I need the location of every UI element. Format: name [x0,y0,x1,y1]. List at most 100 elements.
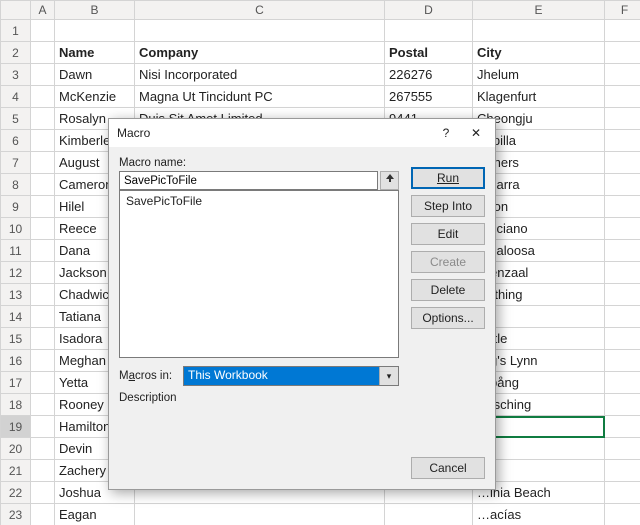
cell[interactable]: 226276 [385,64,473,86]
cell[interactable] [31,174,55,196]
col-header-C[interactable]: C [135,1,385,20]
row-header[interactable]: 6 [1,130,31,152]
cell[interactable] [605,64,640,86]
cell[interactable] [605,42,640,64]
row-header[interactable]: 5 [1,108,31,130]
table-row[interactable]: 23 Eagan …acías [1,504,640,525]
chevron-down-icon[interactable]: ▾ [379,367,398,385]
col-header-B[interactable]: B [55,1,135,20]
table-row[interactable]: 2NameCompanyPostalCity [1,42,640,64]
select-all-corner[interactable] [1,1,31,20]
row-header[interactable]: 18 [1,394,31,416]
cell[interactable] [31,20,55,42]
cell[interactable] [605,306,640,328]
close-button[interactable]: ✕ [461,122,491,144]
row-header[interactable]: 20 [1,438,31,460]
cell[interactable] [135,20,385,42]
cell[interactable]: …acías [473,504,605,525]
cell[interactable] [605,130,640,152]
row-header[interactable]: 11 [1,240,31,262]
row-header[interactable]: 3 [1,64,31,86]
cell[interactable] [605,372,640,394]
cell[interactable] [31,504,55,525]
row-header[interactable]: 7 [1,152,31,174]
row-header[interactable]: 2 [1,42,31,64]
cell[interactable] [31,416,55,438]
cell[interactable] [31,284,55,306]
macro-list[interactable]: SavePicToFile [119,190,399,358]
edit-button[interactable]: Edit [411,223,485,245]
cell[interactable] [31,42,55,64]
row-header[interactable]: 23 [1,504,31,525]
cell[interactable] [31,64,55,86]
dialog-titlebar[interactable]: Macro ? ✕ [109,119,495,147]
cell[interactable] [605,416,640,438]
help-button[interactable]: ? [431,122,461,144]
cell[interactable] [605,196,640,218]
options-button[interactable]: Options... [411,307,485,329]
col-header-D[interactable]: D [385,1,473,20]
row-header[interactable]: 21 [1,460,31,482]
cell[interactable]: Magna Ut Tincidunt PC [135,86,385,108]
row-header[interactable]: 10 [1,218,31,240]
cell[interactable]: Nisi Incorporated [135,64,385,86]
row-header[interactable]: 8 [1,174,31,196]
macros-in-combobox[interactable]: This Workbook ▾ [183,366,399,386]
cell[interactable]: Dawn [55,64,135,86]
cell[interactable] [31,152,55,174]
cell[interactable] [605,240,640,262]
row-header[interactable]: 17 [1,372,31,394]
row-header[interactable]: 13 [1,284,31,306]
col-header-F[interactable]: F [605,1,640,20]
go-to-reference-button[interactable] [380,171,399,190]
cell[interactable]: 267555 [385,86,473,108]
row-header[interactable]: 22 [1,482,31,504]
macro-name-input[interactable] [119,171,378,190]
row-header[interactable]: 4 [1,86,31,108]
cell[interactable] [385,504,473,525]
cell[interactable]: Postal [385,42,473,64]
table-row[interactable]: 1 [1,20,640,42]
cell[interactable] [31,460,55,482]
cell[interactable] [605,174,640,196]
cell[interactable]: Klagenfurt [473,86,605,108]
cell[interactable] [605,328,640,350]
cell[interactable] [473,20,605,42]
row-header[interactable]: 15 [1,328,31,350]
cell[interactable] [605,284,640,306]
table-row[interactable]: 3DawnNisi Incorporated226276Jhelum [1,64,640,86]
cell[interactable] [31,262,55,284]
run-button[interactable]: Run [411,167,485,189]
cell[interactable] [31,306,55,328]
cell[interactable] [135,504,385,525]
cell[interactable] [605,20,640,42]
row-header[interactable]: 12 [1,262,31,284]
cell[interactable] [31,218,55,240]
cell[interactable] [605,262,640,284]
delete-button[interactable]: Delete [411,279,485,301]
cell[interactable] [31,86,55,108]
cell[interactable] [605,438,640,460]
cell[interactable] [605,394,640,416]
cell[interactable] [31,438,55,460]
cell[interactable] [31,394,55,416]
cell[interactable] [31,350,55,372]
table-row[interactable]: 4 McKenzieMagna Ut Tincidunt PC267555Klag… [1,86,640,108]
cell[interactable] [605,86,640,108]
cell[interactable] [605,504,640,525]
cell[interactable]: Eagan [55,504,135,525]
cell[interactable]: City [473,42,605,64]
row-header[interactable]: 14 [1,306,31,328]
cell[interactable] [385,20,473,42]
cell[interactable] [605,460,640,482]
col-header-E[interactable]: E [473,1,605,20]
macro-list-item[interactable]: SavePicToFile [124,193,394,209]
cell[interactable] [605,482,640,504]
cell[interactable] [55,20,135,42]
cell[interactable] [31,328,55,350]
row-header[interactable]: 1 [1,20,31,42]
cell[interactable]: Company [135,42,385,64]
cell[interactable] [605,218,640,240]
cell[interactable]: McKenzie [55,86,135,108]
cell[interactable] [31,482,55,504]
